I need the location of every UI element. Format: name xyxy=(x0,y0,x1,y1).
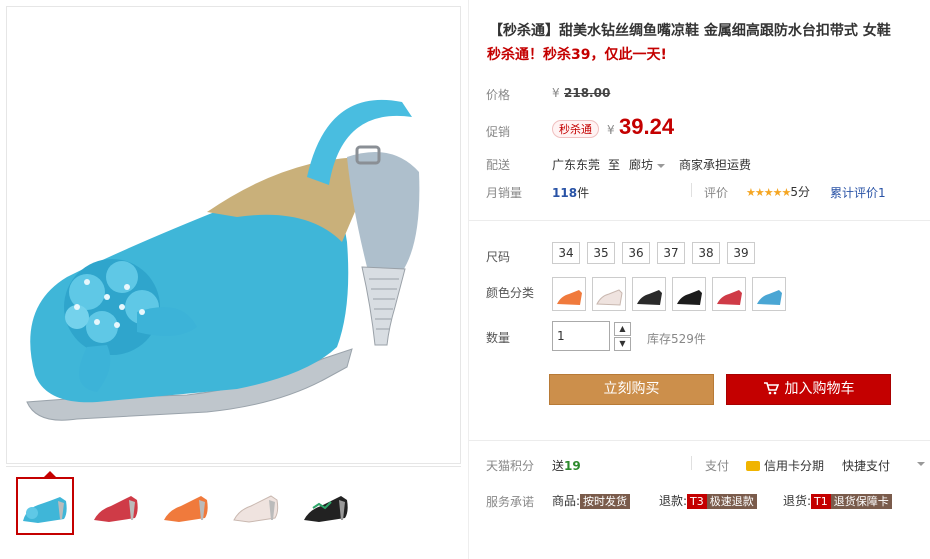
product-main-image[interactable] xyxy=(6,6,461,464)
shipping-to-word: 至 xyxy=(608,158,621,172)
monthly-sales-label: 月销量 xyxy=(486,186,523,200)
section-divider xyxy=(469,440,930,441)
size-option[interactable]: 35 xyxy=(587,242,615,264)
price-currency: ¥ xyxy=(552,86,560,100)
service-on-time-badge[interactable]: 按时发货 xyxy=(580,494,631,509)
credit-card-installment[interactable]: 信用卡分期 xyxy=(746,457,824,474)
thumbnail-selected-caret xyxy=(44,471,56,477)
points-value: 19 xyxy=(564,459,581,473)
color-option-black[interactable] xyxy=(672,277,706,311)
rating-stars-icon: ★★★★★ xyxy=(746,186,791,199)
rating-label: 评价 xyxy=(704,186,729,200)
pay-label: 支付 xyxy=(705,459,730,473)
service-refund-code: T3 xyxy=(687,494,707,509)
service-fast-refund-badge[interactable]: 极速退款 xyxy=(706,494,757,509)
add-to-cart-button[interactable]: 加入购物车 xyxy=(726,374,891,405)
service-return-prefix: 退货: xyxy=(783,494,812,508)
size-label: 尺码 xyxy=(486,250,511,264)
points-label: 天猫积分 xyxy=(486,459,535,473)
size-option[interactable]: 39 xyxy=(727,242,755,264)
credit-card-label: 信用卡分期 xyxy=(764,459,825,473)
promo-currency: ¥ xyxy=(607,123,615,137)
product-info-panel: 【秒杀通】甜美水钻丝绸鱼嘴凉鞋 金属细高跟防水台扣带式 女鞋 秒杀通！秒杀39，… xyxy=(468,0,930,559)
size-option[interactable]: 36 xyxy=(622,242,650,264)
color-label: 颜色分类 xyxy=(486,286,535,300)
quantity-decrease-button[interactable]: ▼ xyxy=(614,337,631,351)
shipping-from: 广东东莞 xyxy=(552,158,601,172)
shipping-destination: 廊坊 xyxy=(629,158,654,172)
quantity-label: 数量 xyxy=(486,331,511,345)
thumbnail-blue[interactable] xyxy=(16,477,74,535)
section-divider xyxy=(469,220,930,221)
price-label: 价格 xyxy=(486,88,511,102)
thumbnail-orange[interactable] xyxy=(158,477,216,535)
size-option[interactable]: 37 xyxy=(657,242,685,264)
quick-pay[interactable]: 快捷支付 xyxy=(842,457,890,474)
color-option-white[interactable] xyxy=(592,277,626,311)
buy-now-button[interactable]: 立刻购买 xyxy=(549,374,714,405)
service-return-code: T1 xyxy=(811,494,831,509)
stock-count: 库存529件 xyxy=(647,332,706,346)
thumbnail-black[interactable] xyxy=(298,477,356,535)
add-to-cart-label: 加入购物车 xyxy=(784,381,855,397)
divider xyxy=(691,183,692,197)
shipping-fee: 商家承担运费 xyxy=(679,158,752,172)
cart-icon xyxy=(763,382,779,395)
monthly-sales-unit: 件 xyxy=(577,186,590,200)
service-label: 服务承诺 xyxy=(486,495,535,509)
color-option-orange[interactable] xyxy=(552,277,586,311)
credit-card-icon xyxy=(746,460,760,471)
monthly-sales-count: 118 xyxy=(552,186,578,200)
shipping-destination-select[interactable]: 廊坊 xyxy=(629,156,666,173)
review-count-link[interactable]: 累计评价1 xyxy=(830,184,886,201)
divider xyxy=(691,456,692,470)
quantity-input[interactable]: 1 xyxy=(552,321,610,351)
product-subtitle: 秒杀通！秒杀39，仅此一天! xyxy=(487,47,667,63)
chevron-down-icon xyxy=(657,163,666,168)
quantity-increase-button[interactable]: ▲ xyxy=(614,322,631,336)
color-option-blue[interactable] xyxy=(752,277,786,311)
promo-badge: 秒杀通 xyxy=(552,120,599,138)
promo-label: 促销 xyxy=(486,125,511,139)
color-option-black-silver[interactable] xyxy=(632,277,666,311)
thumbnail-red[interactable] xyxy=(88,477,146,535)
size-option[interactable]: 34 xyxy=(552,242,580,264)
service-goods-prefix: 商品: xyxy=(552,494,581,508)
service-return-card-badge[interactable]: 退货保障卡 xyxy=(830,494,892,509)
product-title: 【秒杀通】甜美水钻丝绸鱼嘴凉鞋 金属细高跟防水台扣带式 女鞋 xyxy=(489,23,891,39)
points-prefix: 送 xyxy=(552,459,565,473)
shipping-label: 配送 xyxy=(486,158,511,172)
promo-price: 39.24 xyxy=(619,114,675,139)
thumbnail-white[interactable] xyxy=(228,477,286,535)
color-option-red[interactable] xyxy=(712,277,746,311)
thumbnail-strip xyxy=(6,466,461,552)
service-refund-prefix: 退款: xyxy=(659,494,688,508)
rating-score: 5分 xyxy=(790,185,810,199)
original-price: 218.00 xyxy=(564,86,611,100)
size-option[interactable]: 38 xyxy=(692,242,720,264)
chevron-down-icon[interactable] xyxy=(917,462,925,466)
